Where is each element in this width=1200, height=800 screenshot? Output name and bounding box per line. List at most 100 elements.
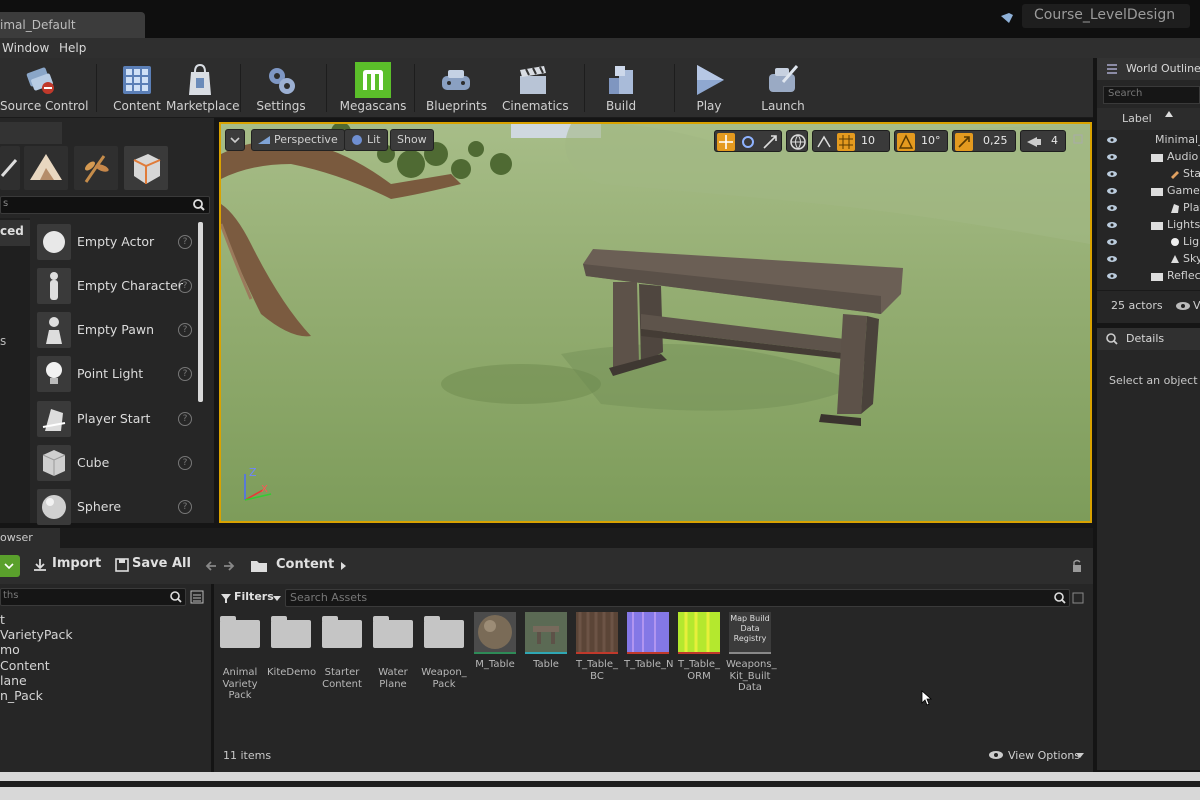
asset-folder[interactable]: Animal Variety Pack	[216, 612, 264, 702]
view-options-button[interactable]: View Options	[988, 748, 1088, 764]
show-button[interactable]: Show	[390, 129, 434, 151]
modes-scrollbar[interactable]	[198, 222, 203, 402]
content-browser-tab[interactable]: owser	[0, 528, 60, 548]
lock-icon[interactable]	[1070, 559, 1084, 573]
asset-folder[interactable]: Starter Content	[318, 612, 366, 690]
help-icon[interactable]: ?	[178, 279, 192, 293]
view-options-eye-icon[interactable]	[1175, 301, 1191, 311]
asset-map-build-data[interactable]: Map Build Data Registry Weapons_ Kit_Buil…	[726, 612, 777, 694]
blueprints-button[interactable]: Blueprints	[426, 58, 487, 118]
outliner-row[interactable]: Minimal_	[1097, 132, 1200, 149]
view-list-icon[interactable]	[190, 590, 204, 604]
asset-texture[interactable]: T_Table_ ORM	[675, 612, 723, 682]
tree-item[interactable]: VarietyPack	[0, 627, 73, 642]
tree-item[interactable]: Content	[0, 658, 73, 673]
settings-button[interactable]: Settings	[254, 58, 308, 118]
mode-geometry-button[interactable]	[124, 146, 168, 190]
megascans-button[interactable]: Megascans	[338, 58, 408, 118]
outliner-label-header[interactable]: Label	[1097, 108, 1200, 130]
asset-folder[interactable]: Weapon_ Pack	[420, 612, 468, 690]
lit-mode-button[interactable]: Lit	[344, 129, 388, 151]
search-paths-input[interactable]: ths	[0, 588, 186, 606]
scale-tool-icon[interactable]	[761, 133, 779, 151]
back-arrow-icon[interactable]	[204, 559, 218, 573]
search-assets-input[interactable]: Search Assets	[285, 589, 1070, 607]
asset-texture[interactable]: T_Table_ BC	[573, 612, 621, 682]
outliner-row[interactable]: Play	[1097, 200, 1200, 217]
source-control-button[interactable]: Source Control	[0, 58, 88, 118]
level-tab[interactable]: imal_Default	[0, 12, 145, 38]
maximize-viewport-icon[interactable]	[1073, 134, 1083, 144]
cinematics-button[interactable]: Cinematics	[502, 58, 569, 118]
mode-select-button[interactable]	[0, 146, 20, 190]
filters-button[interactable]: Filters	[220, 589, 281, 607]
move-tool-icon[interactable]	[717, 133, 735, 151]
modes-search-input[interactable]: s	[0, 196, 210, 214]
save-search-icon[interactable]	[1072, 592, 1084, 604]
visibility-eye-icon[interactable]	[1106, 220, 1118, 230]
help-icon[interactable]: ?	[178, 367, 192, 381]
splitter-content[interactable]	[211, 584, 214, 772]
tree-item[interactable]: mo	[0, 642, 73, 657]
content-button[interactable]: Content	[110, 58, 164, 118]
asset-material[interactable]: M_Table	[471, 612, 519, 671]
viewport-options-button[interactable]	[225, 129, 245, 151]
help-icon[interactable]: ?	[178, 235, 192, 249]
camera-speed-group[interactable]: 4	[1020, 130, 1066, 152]
world-outliner-tab[interactable]: World Outliner	[1097, 58, 1200, 80]
outliner-search-input[interactable]: Search	[1103, 86, 1200, 104]
launch-button[interactable]: Launch	[756, 58, 810, 118]
help-icon[interactable]: ?	[178, 456, 192, 470]
asset-folder[interactable]: Water Plane	[369, 612, 417, 690]
mode-foliage-button[interactable]	[74, 146, 118, 190]
perspective-button[interactable]: Perspective	[251, 129, 345, 151]
visibility-eye-icon[interactable]	[1106, 237, 1118, 247]
help-icon[interactable]: ?	[178, 323, 192, 337]
grid-snap-icon[interactable]	[837, 133, 855, 151]
place-empty-actor[interactable]: Empty Actor?	[33, 221, 203, 263]
modes-tab[interactable]	[0, 122, 62, 144]
visibility-eye-icon[interactable]	[1106, 169, 1118, 179]
visibility-eye-icon[interactable]	[1106, 271, 1118, 281]
rotation-snap-value[interactable]: 10°	[921, 134, 941, 147]
visibility-eye-icon[interactable]	[1106, 135, 1118, 145]
outliner-row[interactable]: Skyl	[1097, 251, 1200, 268]
outliner-row[interactable]: Ligh	[1097, 234, 1200, 251]
grid-snap-value[interactable]: 10	[861, 134, 875, 147]
outliner-row[interactable]: Star	[1097, 166, 1200, 183]
help-icon[interactable]: ?	[178, 500, 192, 514]
outliner-row[interactable]: Lights	[1097, 217, 1200, 234]
menu-help[interactable]: Help	[59, 41, 86, 55]
save-all-button[interactable]: Save All	[114, 556, 194, 576]
play-button[interactable]: Play	[684, 58, 734, 118]
asset-texture[interactable]: T_Table_N	[624, 612, 673, 671]
outliner-row[interactable]: Audio	[1097, 149, 1200, 166]
add-new-button[interactable]	[0, 555, 20, 577]
path-content-crumb[interactable]: Content	[276, 557, 334, 572]
mode-landscape-button[interactable]	[24, 146, 68, 190]
surface-snap-icon[interactable]	[815, 133, 833, 151]
visibility-eye-icon[interactable]	[1106, 203, 1118, 213]
place-player-start[interactable]: Player Start?	[33, 398, 203, 440]
place-point-light[interactable]: Point Light?	[33, 353, 203, 395]
visibility-eye-icon[interactable]	[1106, 186, 1118, 196]
visibility-eye-icon[interactable]	[1106, 254, 1118, 264]
tree-item[interactable]: t	[0, 612, 73, 627]
place-empty-pawn[interactable]: Empty Pawn?	[33, 309, 203, 351]
breadcrumb-arrow-icon[interactable]	[340, 561, 348, 571]
asset-folder[interactable]: KiteDemo	[267, 612, 316, 679]
place-empty-character[interactable]: Empty Character?	[33, 265, 203, 307]
world-local-toggle[interactable]	[786, 130, 808, 152]
outliner-row[interactable]: Reflec	[1097, 268, 1200, 285]
splitter-right[interactable]	[1093, 58, 1097, 772]
outliner-row[interactable]: Gamel	[1097, 183, 1200, 200]
marketplace-button[interactable]: Marketplace	[166, 58, 240, 118]
asset-static-mesh[interactable]: Table	[522, 612, 570, 671]
place-sphere[interactable]: Sphere?	[33, 486, 203, 528]
build-button[interactable]: Build	[596, 58, 646, 118]
category-recently-placed[interactable]: ced	[0, 220, 30, 246]
category-item[interactable]: s	[0, 334, 6, 348]
scale-snap-value[interactable]: 0,25	[983, 134, 1008, 147]
rotation-snap-icon[interactable]	[897, 133, 915, 151]
tree-item[interactable]: n_Pack	[0, 688, 73, 703]
